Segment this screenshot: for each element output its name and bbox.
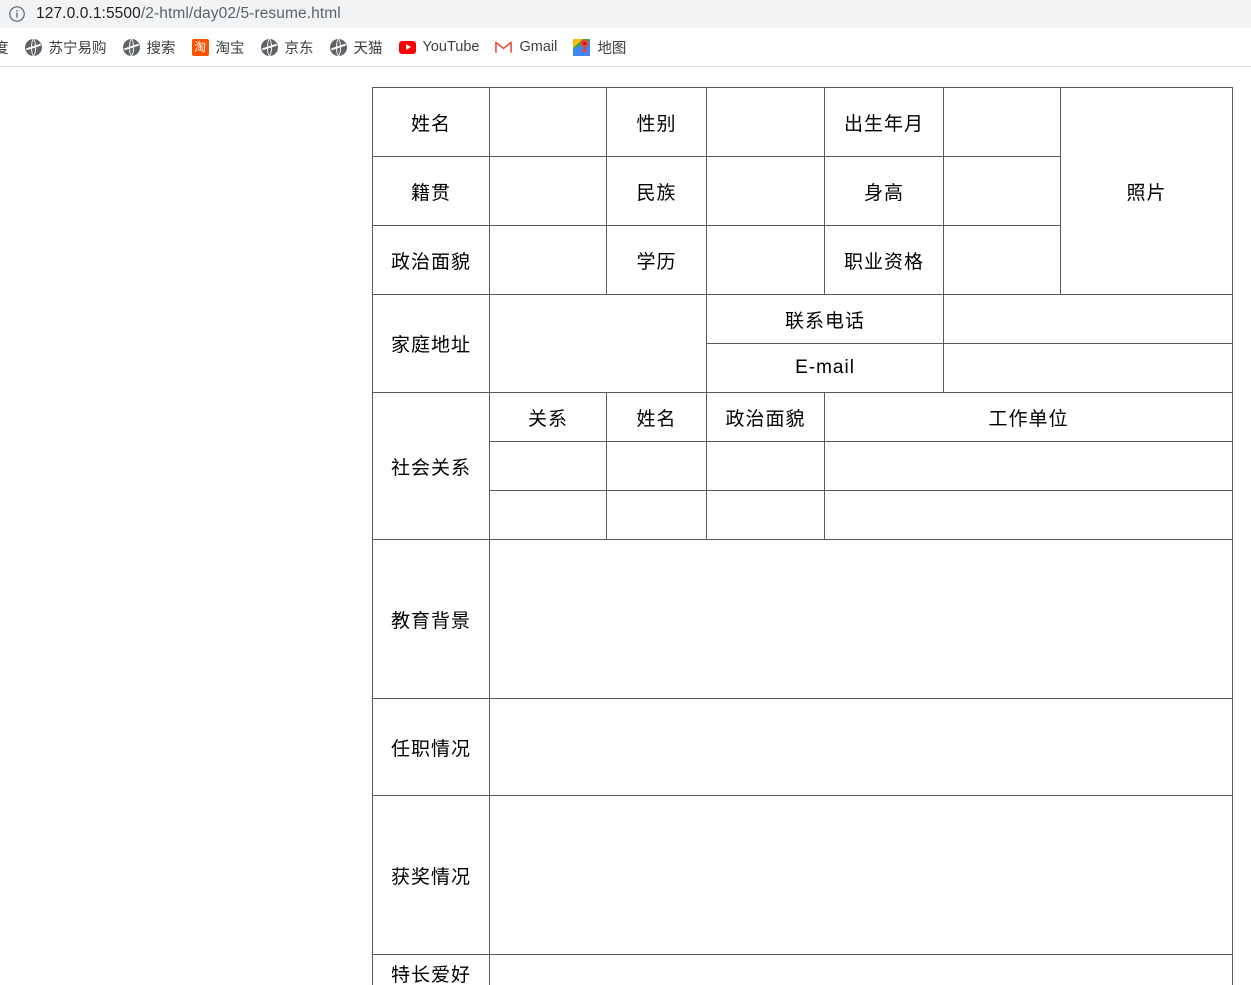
bookmarks-bar: 度 苏宁易购 搜索 淘 淘宝 京东 天猫 YouTube Gmail 地图 [0,28,1251,67]
browser-chrome: 127.0.0.1:5500/2-html/day02/5-resume.htm… [0,0,1251,67]
google-maps-icon [573,38,591,56]
cell-label-specialty-hobby: 特长爱好 [372,954,490,985]
bookmark-label: YouTube [422,39,480,55]
cell-label-social-relations: 社会关系 [372,392,490,540]
cell-value-work-unit[interactable] [824,441,1233,491]
cell-value-specialty-hobby[interactable] [489,954,1233,985]
bookmark-baidu[interactable]: 度 [0,33,17,61]
globe-icon [122,38,140,56]
address-bar[interactable]: 127.0.0.1:5500/2-html/day02/5-resume.htm… [0,0,1251,28]
cell-value-native-place[interactable] [489,156,607,226]
cell-value-name[interactable] [489,87,607,157]
cell-label-political-status: 政治面貌 [372,225,490,295]
globe-icon [24,38,42,56]
table-row-social-relation-1 [373,441,1233,491]
bookmark-youtube[interactable]: YouTube [391,33,488,61]
cell-value-ethnicity[interactable] [706,156,825,226]
cell-label-education-level: 学历 [606,225,707,295]
table-row-work-experience: 任职情况 [372,698,1233,796]
bookmark-label: 度 [0,40,9,57]
bookmark-label: 京东 [284,40,314,57]
cell-value-awards[interactable] [489,795,1233,955]
cell-value-political-status[interactable] [489,225,607,295]
cell-value-gender[interactable] [706,87,825,157]
bookmark-label: Gmail [519,39,558,55]
cell-label-relation-political-status: 政治面貌 [706,392,825,442]
cell-value-height[interactable] [943,156,1061,226]
cell-label-professional-qualification: 职业资格 [824,225,944,295]
cell-value-work-unit[interactable] [824,490,1233,540]
bookmark-tmall[interactable]: 天猫 [322,33,391,61]
bookmark-label: 地图 [597,40,627,57]
bookmark-label: 天猫 [353,40,383,57]
table-row-social-relations-header: 社会关系 关系 姓名 政治面貌 工作单位 [372,392,1233,540]
cell-label-education-background: 教育背景 [372,539,490,699]
cell-label-email: E-mail [706,343,944,393]
bookmark-gmail[interactable]: Gmail [487,33,565,61]
cell-label-name: 姓名 [372,87,490,157]
youtube-icon [398,39,416,56]
cell-label-height: 身高 [824,156,944,226]
cell-value-relation[interactable] [489,441,607,491]
table-row-specialty-hobby: 特长爱好 [372,954,1233,985]
cell-value-relation-name[interactable] [606,441,707,491]
cell-value-education-background[interactable] [489,539,1233,699]
cell-value-professional-qualification[interactable] [943,225,1061,295]
info-circle-icon[interactable] [8,5,26,23]
bookmark-jd[interactable]: 京东 [253,33,322,61]
url-path: /2-html/day02/5-resume.html [140,5,341,22]
cell-value-relation-name[interactable] [606,490,707,540]
cell-label-ethnicity: 民族 [606,156,707,226]
table-row-name: 姓名 性别 出生年月 照片 [372,87,1233,295]
cell-value-home-address[interactable] [489,294,707,393]
cell-value-email[interactable] [943,343,1233,393]
cell-value-phone[interactable] [943,294,1233,344]
globe-icon [329,38,347,56]
cell-label-photo: 照片 [1060,87,1233,295]
cell-value-work-experience[interactable] [489,698,1233,796]
table-row-education-background: 教育背景 [372,539,1233,699]
cell-label-work-experience: 任职情况 [372,698,490,796]
cell-label-work-unit: 工作单位 [824,392,1233,442]
cell-value-relation[interactable] [489,490,607,540]
cell-value-education-level[interactable] [706,225,825,295]
url-host: 127.0.0.1:5500 [36,5,141,22]
bookmark-maps[interactable]: 地图 [565,33,634,61]
bookmark-label: 淘宝 [215,40,245,57]
cell-label-relation: 关系 [489,392,607,442]
cell-label-gender: 性别 [606,87,707,157]
table-row-phone: 家庭地址 联系电话 [372,294,1233,393]
cell-label-phone: 联系电话 [706,294,944,344]
bookmark-suning[interactable]: 苏宁易购 [17,33,115,61]
cell-label-relation-name: 姓名 [606,392,707,442]
bookmark-search[interactable]: 搜索 [115,33,184,61]
bookmark-label: 搜索 [146,40,176,57]
taobao-icon: 淘 [191,38,209,56]
bookmark-taobao[interactable]: 淘 淘宝 [184,33,253,61]
bookmark-label: 苏宁易购 [48,40,107,57]
cell-value-relation-political-status[interactable] [706,441,825,491]
resume-table: 姓名 性别 出生年月 照片 籍贯 民族 身高 政治面貌 学历 职业资格 家庭地址… [372,87,1233,985]
cell-label-native-place: 籍贯 [372,156,490,226]
cell-label-birth-date: 出生年月 [824,87,944,157]
cell-label-awards: 获奖情况 [372,795,490,955]
globe-icon [260,38,278,56]
table-row-social-relation-2 [373,490,1233,540]
url-text: 127.0.0.1:5500/2-html/day02/5-resume.htm… [36,5,341,23]
page-content-area: 姓名 性别 出生年月 照片 籍贯 民族 身高 政治面貌 学历 职业资格 家庭地址… [0,68,1251,985]
table-row-awards: 获奖情况 [372,795,1233,955]
cell-label-home-address: 家庭地址 [372,294,490,393]
cell-value-birth-date[interactable] [943,87,1061,157]
gmail-icon [495,39,513,56]
cell-value-relation-political-status[interactable] [706,490,825,540]
